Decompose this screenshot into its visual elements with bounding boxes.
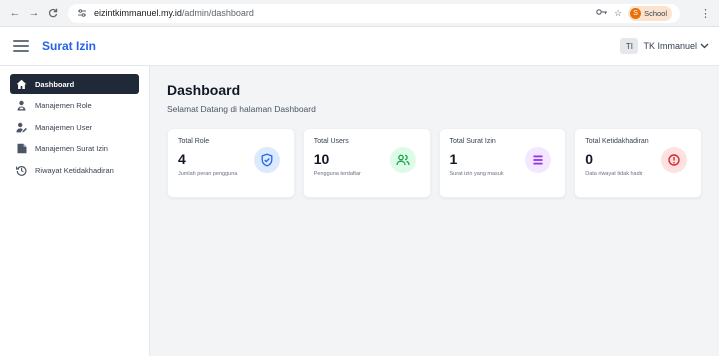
- app-header: Surat Izin TI TK Immanuel: [0, 27, 719, 66]
- browser-menu-icon[interactable]: ⋮: [700, 7, 711, 20]
- reload-icon[interactable]: [46, 6, 60, 20]
- card-title: Total Role: [178, 138, 210, 145]
- card-title: Total Surat Izin: [449, 138, 496, 145]
- back-arrow-icon[interactable]: ←: [8, 6, 22, 20]
- app-title[interactable]: Surat Izin: [42, 39, 96, 53]
- url-path: /admin/dashboard: [181, 8, 254, 18]
- bookmark-star-icon[interactable]: ☆: [614, 8, 622, 19]
- site-settings-icon[interactable]: [76, 7, 88, 19]
- sidebar-item-riwayat-ketidakhadiran[interactable]: Riwayat Ketidakhadiran: [10, 160, 139, 180]
- profile-avatar: S: [630, 7, 642, 19]
- chevron-down-icon: [700, 41, 709, 51]
- profile-chip[interactable]: S School: [628, 5, 672, 21]
- stat-card-total-role: Total Role 4 Jumlah peran pengguna: [167, 128, 295, 198]
- stat-card-total-ketidakhadiran: Total Ketidakhadiran 0 Data riwayat tida…: [574, 128, 702, 198]
- alert-circle-icon: [661, 147, 687, 173]
- stat-card-total-users: Total Users 10 Pengguna terdaftar: [302, 128, 431, 198]
- sidebar-item-manajemen-role[interactable]: Manajemen Role: [10, 96, 139, 116]
- user-avatar: TI: [620, 38, 639, 54]
- profile-label: School: [644, 8, 667, 18]
- history-icon: [15, 164, 27, 176]
- sidebar-item-label: Manajemen Role: [35, 101, 92, 110]
- user-menu[interactable]: TI TK Immanuel: [620, 38, 709, 54]
- user-badge-icon: [15, 100, 27, 112]
- forward-arrow-icon[interactable]: →: [27, 6, 41, 20]
- url-domain: eizintkimmanuel.my.id: [94, 8, 182, 18]
- sidebar-item-manajemen-user[interactable]: Manajemen User: [10, 117, 139, 137]
- sidebar-item-label: Manajemen Surat Izin: [35, 144, 108, 153]
- home-icon: [15, 78, 27, 90]
- card-title: Total Ketidakhadiran: [585, 138, 649, 145]
- sidebar-item-label: Manajemen User: [35, 122, 93, 132]
- sidebar-item-manajemen-surat-izin[interactable]: Manajemen Surat Izin: [10, 139, 139, 159]
- user-name: TK Immanuel: [643, 41, 697, 51]
- list-icon: [525, 147, 552, 173]
- stat-card-total-surat-izin: Total Surat Izin 1 Surat izin yang masuk: [438, 128, 567, 198]
- address-bar[interactable]: eizintkimmanuel.my.id /admin/dashboard ☆…: [68, 3, 680, 23]
- page-subtitle: Selamat Datang di halaman Dashboard: [167, 104, 316, 114]
- sidebar-item-dashboard[interactable]: Dashboard: [10, 74, 139, 94]
- sidebar-item-label: Riwayat Ketidakhadiran: [35, 165, 114, 175]
- sidebar-item-label: Dashboard: [35, 79, 75, 89]
- main-content: Dashboard Selamat Datang di halaman Dash…: [150, 66, 719, 356]
- sidebar: Dashboard Manajemen Role Manajemen User …: [0, 66, 150, 356]
- card-title: Total Users: [313, 138, 349, 145]
- users-icon: [389, 147, 416, 173]
- page-title: Dashboard: [167, 82, 241, 98]
- document-icon: [15, 143, 27, 155]
- password-key-icon[interactable]: [596, 8, 608, 18]
- stat-cards: Total Role 4 Jumlah peran pengguna Total…: [167, 128, 702, 198]
- browser-toolbar: ← → eizintkimmanuel.my.id /admin/dashboa…: [0, 0, 719, 27]
- user-edit-icon: [15, 121, 27, 133]
- hamburger-menu-icon[interactable]: [13, 40, 29, 52]
- shield-check-icon: [253, 147, 280, 173]
